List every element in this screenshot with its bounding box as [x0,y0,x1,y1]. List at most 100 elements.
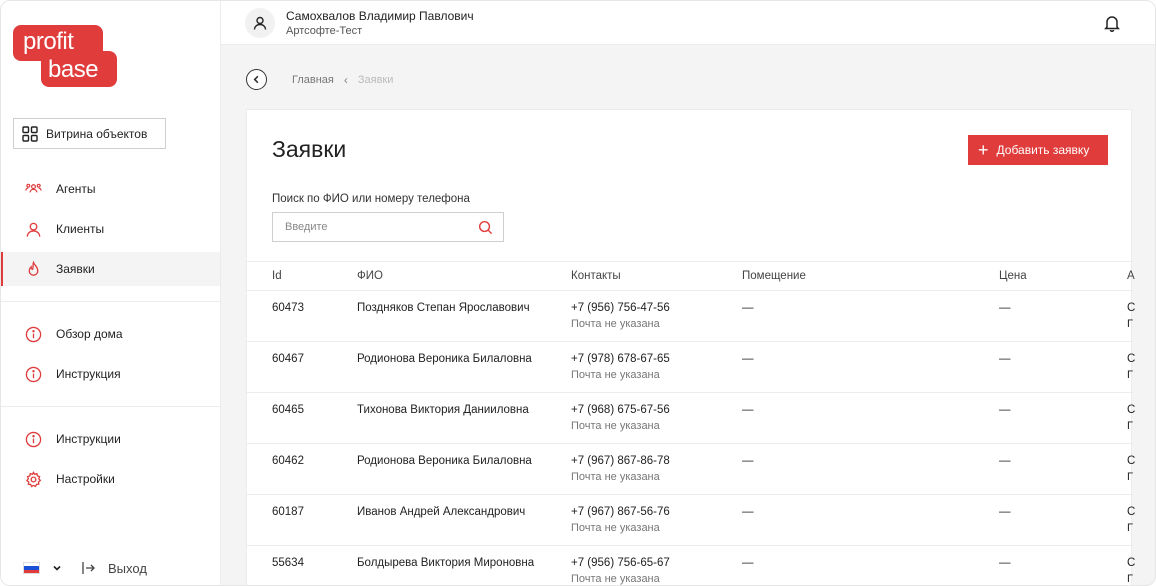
sidebar-item-label: Инструкции [56,432,121,446]
sidebar-item-clients[interactable]: Клиенты [1,212,220,246]
breadcrumb-home[interactable]: Главная [292,74,334,86]
info-icon [25,431,42,447]
cell-email: Почта не указана [571,471,660,483]
sidebar-item-label: Агенты [56,182,96,196]
column-header-id[interactable]: Id [272,270,282,282]
cell-extra-sub: Г [1127,369,1133,381]
cell-phone: +7 (978) 678-67-65 [571,353,670,365]
cell-phone: +7 (956) 756-47-56 [571,302,670,314]
column-header-fio[interactable]: ФИО [357,270,383,282]
cell-extra: С [1127,302,1136,314]
cell-id: 60465 [272,404,304,416]
logout-icon [82,562,95,574]
cell-price: — [999,455,1011,467]
cell-extra: С [1127,506,1136,518]
sidebar-item-label: Обзор дома [56,327,123,341]
back-button[interactable] [246,69,267,90]
requests-card: Заявки + Добавить заявку Поиск по ФИО ил… [246,109,1136,585]
column-header-extra[interactable]: А [1127,270,1135,282]
column-header-price[interactable]: Цена [999,270,1027,282]
table-row[interactable]: 60187 Иванов Андрей Александрович +7 (96… [247,495,1136,546]
table-row[interactable]: 60465 Тихонова Виктория Данииловна +7 (9… [247,393,1136,444]
cell-email: Почта не указана [571,420,660,432]
app-window: profit base Витрина объектов Агенты Клие… [0,0,1156,586]
table-header: Id ФИО Контакты Помещение Цена А [247,261,1135,291]
table-row[interactable]: 60473 Поздняков Степан Ярославович +7 (9… [247,291,1136,342]
cell-extra-sub: Г [1127,522,1133,534]
user-organization: Артсофте-Тест [286,25,363,37]
page-title: Заявки [272,136,347,162]
table-row[interactable]: 60467 Родионова Вероника Билаловна +7 (9… [247,342,1136,393]
cell-phone: +7 (967) 867-86-78 [571,455,670,467]
logout-label: Выход [108,560,147,576]
cell-email: Почта не указана [571,318,660,330]
profitbase-logo[interactable]: profit base [13,25,117,87]
sidebar-footer: Выход [1,549,220,585]
sidebar-item-instruction[interactable]: Инструкция [1,357,220,391]
bell-icon[interactable] [1103,14,1121,32]
cell-fio: Иванов Андрей Александрович [357,506,526,518]
search-label: Поиск по ФИО или номеру телефона [272,193,470,205]
sidebar: profit base Витрина объектов Агенты Клие… [1,1,221,585]
column-header-contacts[interactable]: Контакты [571,270,621,282]
fire-icon [28,260,39,276]
table-row[interactable]: 60462 Родионова Вероника Билаловна +7 (9… [247,444,1136,495]
avatar[interactable] [245,8,275,38]
cell-phone: +7 (967) 867-56-76 [571,506,670,518]
sidebar-item-agents[interactable]: Агенты [1,172,220,206]
agents-icon [25,183,42,192]
user-name: Самохвалов Владимир Павлович [286,9,474,23]
cell-fio: Родионова Вероника Билаловна [357,455,532,467]
cell-phone: +7 (968) 675-67-56 [571,404,670,416]
breadcrumb-current: Заявки [357,74,394,86]
vitrina-button[interactable]: Витрина объектов [13,118,166,149]
sidebar-divider [1,301,220,302]
grid-icon [22,125,38,142]
cell-id: 60462 [272,455,304,467]
cell-id: 55634 [272,557,304,569]
chevron-left-icon [253,75,259,84]
column-header-room[interactable]: Помещение [742,270,806,282]
search-icon[interactable] [478,220,493,235]
cell-fio: Тихонова Виктория Данииловна [357,404,529,416]
sidebar-item-requests[interactable]: Заявки [1,252,220,286]
cell-fio: Болдырева Виктория Мироновна [357,557,535,569]
logo-text-bottom: base [48,56,99,83]
cell-room: — [742,404,754,416]
logout-button[interactable]: Выход [80,560,147,576]
info-icon [25,326,42,342]
chevron-down-icon[interactable] [52,563,62,573]
cell-room: — [742,302,754,314]
cell-extra: С [1127,353,1136,365]
logo-text-top: profit [23,28,74,55]
cell-room: — [742,353,754,365]
sidebar-item-settings[interactable]: Настройки [1,462,220,496]
cell-extra-sub: Г [1127,573,1133,585]
sidebar-divider [1,406,220,407]
cell-email: Почта не указана [571,369,660,381]
cell-extra: С [1127,455,1136,467]
sidebar-item-instructions[interactable]: Инструкции [1,422,220,456]
cell-id: 60187 [272,506,304,518]
sidebar-item-label: Инструкция [56,367,121,381]
cell-email: Почта не указана [571,573,660,585]
gear-icon [25,470,42,487]
ru-flag-icon[interactable] [23,562,40,574]
cell-extra-sub: Г [1127,318,1133,330]
table-row[interactable]: 55634 Болдырева Виктория Мироновна +7 (9… [247,546,1135,585]
cell-room: — [742,455,754,467]
cell-id: 60467 [272,353,304,365]
search-input[interactable] [285,221,478,233]
cell-price: — [999,404,1011,416]
cell-room: — [742,506,754,518]
sidebar-item-label: Заявки [56,262,95,276]
sidebar-item-house-overview[interactable]: Обзор дома [1,317,220,351]
cell-price: — [999,557,1011,569]
client-icon [26,222,41,237]
cell-room: — [742,557,754,569]
add-request-button[interactable]: + Добавить заявку [968,135,1108,165]
chevron-left-icon: ‹ [343,73,348,87]
cell-price: — [999,506,1011,518]
cell-phone: +7 (956) 756-65-67 [571,557,670,569]
cell-extra: С [1127,404,1136,416]
